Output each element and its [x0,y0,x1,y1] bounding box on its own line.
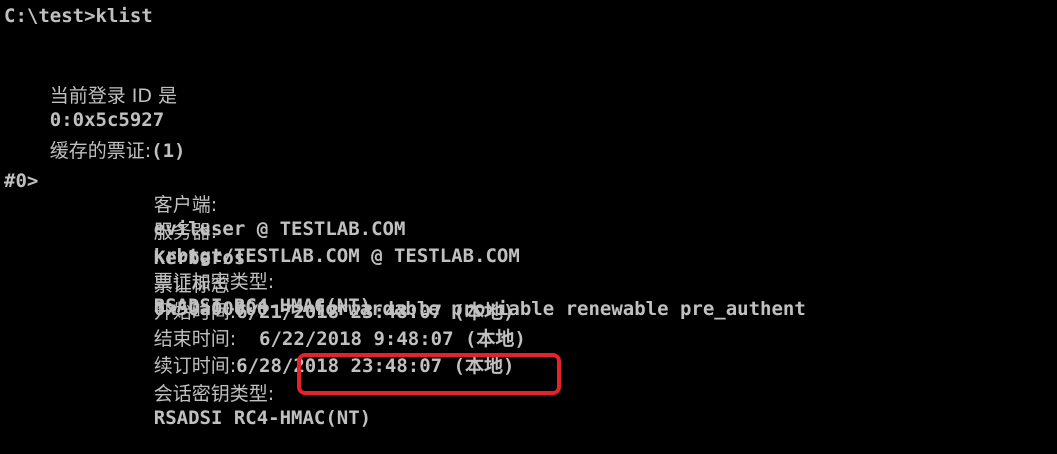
cached-tickets-count: (1) [151,140,186,162]
console-window[interactable]: C:\test>klist 当前登录 ID 是 0:0x5c5927 缓存的票证… [0,0,1057,429]
cached-tickets-label: 缓存的票证: [49,140,152,162]
session-key-label: 会话密钥类型: [153,383,275,405]
session-key-highlight-box [297,353,561,395]
session-key-value: RSADSI RC4-HMAC(NT) [153,407,372,429]
logon-id-label: 当前登录 ID 是 [49,85,178,107]
command-line: C:\test>klist [4,5,153,27]
ticket-index: #0> [4,170,39,192]
